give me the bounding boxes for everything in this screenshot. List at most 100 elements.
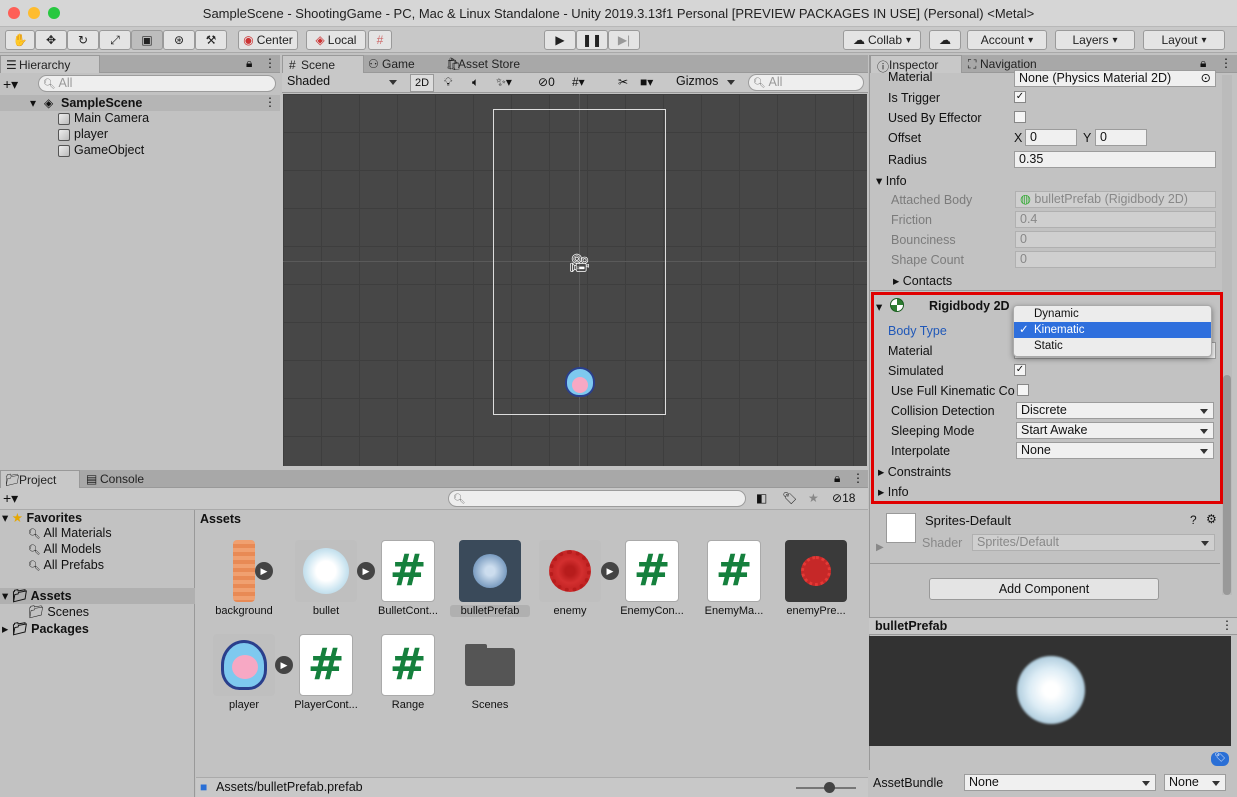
hand-tool-button[interactable]: ✋	[5, 30, 35, 50]
effects-icon[interactable]: ✨︎▾	[496, 75, 512, 90]
player-sprite[interactable]	[565, 367, 595, 397]
help-icon[interactable]: ?	[1190, 513, 1197, 527]
asset-item[interactable]: # PlayerCont...	[286, 634, 366, 711]
grid-snap-button[interactable]: #	[368, 30, 392, 50]
contacts-foldout[interactable]: ▸ Contacts	[893, 273, 952, 288]
hierarchy-item[interactable]: player	[58, 127, 108, 141]
lighting-icon[interactable]: 💡︎	[444, 75, 452, 90]
packages-node[interactable]: ▸ 📁︎ Packages	[2, 621, 89, 637]
shader-dropdown[interactable]: Sprites/Default	[972, 534, 1215, 551]
asset-item[interactable]: ▶ background	[204, 540, 284, 617]
asset-item[interactable]: ▶ player	[204, 634, 293, 711]
asset-item[interactable]: # Range	[368, 634, 448, 711]
grid-toggle-icon[interactable]: #▾	[572, 75, 585, 89]
add-object-button[interactable]: +▾	[3, 76, 18, 93]
more-options-icon[interactable]: ⋮	[264, 56, 276, 70]
zoom-slider[interactable]	[796, 782, 856, 793]
preview-area[interactable]: 🏷︎	[869, 636, 1231, 766]
radius-input[interactable]: 0.35	[1014, 151, 1216, 168]
scene-search-input[interactable]: 🔍︎ All	[748, 74, 864, 91]
favorite-item[interactable]: 🔍︎ All Materials	[28, 526, 112, 540]
hierarchy-item[interactable]: GameObject	[58, 143, 144, 157]
more-options-icon[interactable]: ⋮	[1220, 56, 1232, 70]
layers-dropdown[interactable]: Layers	[1055, 30, 1135, 50]
asset-label-icon[interactable]: 🏷︎	[1211, 752, 1229, 766]
camera-icon[interactable]: ■▾	[640, 75, 653, 89]
tools-icon[interactable]: ✂	[618, 75, 628, 89]
cloud-services-button[interactable]: ☁	[929, 30, 961, 50]
step-button[interactable]: ▶|	[608, 30, 640, 50]
expand-icon[interactable]: ▶	[255, 562, 273, 580]
material-foldout-icon[interactable]: ▶	[876, 542, 884, 553]
rotate-tool-button[interactable]: ↻	[67, 30, 99, 50]
hidden-objects-icon[interactable]: ⊘0	[538, 75, 555, 89]
object-picker-icon[interactable]: ⊙	[1201, 71, 1211, 86]
lock-icon[interactable]: 🔒︎	[246, 56, 252, 71]
assets-node[interactable]: ▾ 📁︎ Assets	[0, 588, 195, 604]
custom-tool-button[interactable]: ⚒	[195, 30, 227, 50]
used-by-effector-checkbox[interactable]	[1014, 111, 1026, 123]
offset-x-input[interactable]: 0	[1025, 129, 1077, 146]
scale-tool-button[interactable]: ⤢	[99, 30, 131, 50]
tab-game[interactable]: ⚇ Game	[364, 55, 440, 73]
play-button[interactable]: ▶	[544, 30, 576, 50]
assetbundle-variant-dropdown[interactable]: None	[1164, 774, 1226, 791]
collab-dropdown[interactable]: ☁ Collab	[843, 30, 921, 50]
lock-icon[interactable]: 🔒︎	[1200, 56, 1206, 71]
scene-row[interactable]: ▾ ◈ SampleScene ⋮	[0, 95, 280, 111]
asset-item[interactable]: ▶ enemy	[530, 540, 619, 617]
asset-item[interactable]: # EnemyMa...	[694, 540, 774, 617]
collider-info-foldout[interactable]: ▾ Info	[876, 173, 907, 188]
offset-y-input[interactable]: 0	[1095, 129, 1147, 146]
collider-material-field[interactable]: None (Physics Material 2D) ⊙	[1014, 70, 1216, 87]
scene-viewport[interactable]: 🎥︎	[283, 94, 867, 466]
account-dropdown[interactable]: Account	[967, 30, 1047, 50]
asset-item[interactable]: enemyPre...	[776, 540, 856, 617]
lock-icon[interactable]: 🔒︎	[834, 471, 840, 486]
asset-item[interactable]: Scenes	[450, 634, 530, 711]
gizmos-dropdown[interactable]: Gizmos	[672, 74, 740, 92]
scenes-node[interactable]: 📁︎ Scenes	[28, 605, 89, 620]
tab-console[interactable]: ▤ Console	[82, 470, 162, 488]
favorite-item[interactable]: 🔍︎ All Prefabs	[28, 558, 104, 572]
asset-item-selected[interactable]: bulletPrefab	[450, 540, 530, 617]
zoom-slider-thumb[interactable]	[824, 782, 835, 793]
transform-tool-button[interactable]: ⊛	[163, 30, 195, 50]
hierarchy-item[interactable]: Main Camera	[58, 111, 149, 125]
tab-hierarchy[interactable]: ☰ Hierarchy	[0, 55, 100, 73]
move-tool-button[interactable]: ✥	[35, 30, 67, 50]
scrollbar-thumb[interactable]	[1223, 375, 1231, 595]
favorites-node[interactable]: ▾ ★ Favorites	[2, 510, 82, 525]
audio-icon[interactable]: 🔈︎	[472, 75, 479, 90]
pivot-center-button[interactable]: ◉ Center	[238, 30, 298, 50]
shading-mode-dropdown[interactable]: Shaded	[284, 74, 402, 92]
rect-tool-button[interactable]: ▣	[131, 30, 163, 50]
pause-button[interactable]: ❚❚	[576, 30, 608, 50]
add-component-button[interactable]: Add Component	[929, 578, 1159, 600]
tab-project[interactable]: 📁︎ Project	[0, 470, 80, 488]
search-by-type-icon[interactable]: ◧	[756, 491, 767, 505]
2d-toggle-button[interactable]: 2D	[410, 74, 434, 92]
search-by-label-icon[interactable]: 🏷︎	[782, 491, 797, 505]
more-options-icon[interactable]: ⋮	[852, 471, 864, 485]
tab-scene[interactable]: # Scene	[282, 55, 364, 73]
project-search-input[interactable]: 🔍︎	[448, 490, 746, 507]
hierarchy-search-input[interactable]: 🔍︎ All	[38, 75, 276, 92]
assetbundle-dropdown[interactable]: None	[964, 774, 1156, 791]
favorite-item[interactable]: 🔍︎ All Models	[28, 542, 101, 556]
hidden-packages-icon[interactable]: ⊘18	[832, 491, 855, 505]
asset-item[interactable]: # EnemyCon...	[612, 540, 692, 617]
inspector-scrollbar[interactable]	[1222, 75, 1232, 595]
create-asset-button[interactable]: +▾	[3, 490, 18, 507]
favorite-star-icon[interactable]: ★	[808, 491, 819, 505]
is-trigger-checkbox[interactable]: ✓	[1014, 91, 1026, 103]
scene-options-icon[interactable]: ⋮	[264, 95, 276, 109]
camera-gizmo-icon[interactable]: 🎥︎	[568, 253, 591, 274]
asset-item[interactable]: # BulletCont...	[368, 540, 448, 617]
pivot-local-button[interactable]: ◈ Local	[306, 30, 366, 50]
asset-item[interactable]: ▶ bullet	[286, 540, 375, 617]
tab-asset-store[interactable]: 🛍︎ Asset Store	[440, 55, 540, 73]
layout-dropdown[interactable]: Layout	[1143, 30, 1225, 50]
preview-options-icon[interactable]: ⋮	[1221, 618, 1233, 632]
settings-gear-icon[interactable]: ⚙	[1206, 512, 1217, 526]
